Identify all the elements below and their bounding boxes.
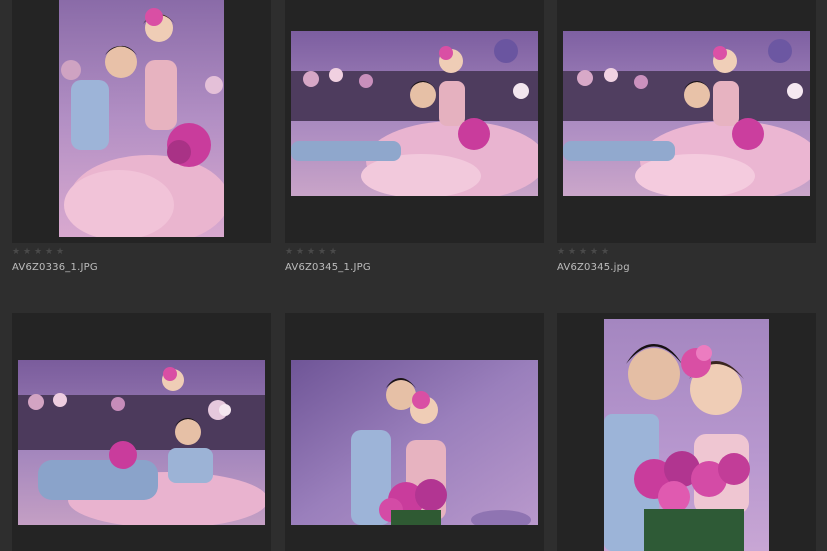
rating-stars[interactable]: ★ ★ ★ ★ ★ — [557, 248, 610, 258]
thumbnail-photo[interactable] — [59, 0, 224, 237]
empty-star-icon[interactable]: ★ — [34, 248, 43, 257]
empty-star-icon[interactable]: ★ — [568, 248, 577, 257]
empty-star-icon[interactable]: ★ — [45, 248, 54, 257]
thumbnail-tile[interactable] — [557, 313, 816, 551]
empty-star-icon[interactable]: ★ — [557, 248, 566, 257]
thumbnail-tile[interactable] — [557, 0, 816, 243]
thumbnail-tile[interactable] — [285, 313, 544, 551]
empty-star-icon[interactable]: ★ — [590, 248, 599, 257]
empty-star-icon[interactable]: ★ — [601, 248, 610, 257]
thumbnail-filename[interactable]: AV6Z0336_1.JPG — [12, 262, 98, 273]
thumbnail-filename[interactable]: AV6Z0345_1.JPG — [285, 262, 371, 273]
empty-star-icon[interactable]: ★ — [579, 248, 588, 257]
thumbnail-tile[interactable] — [12, 313, 271, 551]
empty-star-icon[interactable]: ★ — [296, 248, 305, 257]
thumbnail-photo[interactable] — [18, 360, 265, 525]
empty-star-icon[interactable]: ★ — [307, 248, 316, 257]
thumbnail-filename[interactable]: AV6Z0345.jpg — [557, 262, 630, 273]
thumbnail-grid: ★ ★ ★ ★ ★ AV6Z0336_1.JPG ★ ★ ★ ★ ★ AV6Z0… — [0, 0, 827, 551]
empty-star-icon[interactable]: ★ — [23, 248, 32, 257]
thumbnail-tile[interactable] — [12, 0, 271, 243]
thumbnail-tile[interactable] — [285, 0, 544, 243]
thumbnail-photo[interactable] — [291, 31, 538, 196]
thumbnail-photo[interactable] — [291, 360, 538, 525]
rating-stars[interactable]: ★ ★ ★ ★ ★ — [285, 248, 338, 258]
rating-stars[interactable]: ★ ★ ★ ★ ★ — [12, 248, 65, 258]
empty-star-icon[interactable]: ★ — [285, 248, 294, 257]
thumbnail-photo[interactable] — [604, 319, 769, 551]
thumbnail-photo[interactable] — [563, 31, 810, 196]
empty-star-icon[interactable]: ★ — [56, 248, 65, 257]
empty-star-icon[interactable]: ★ — [318, 248, 327, 257]
empty-star-icon[interactable]: ★ — [329, 248, 338, 257]
empty-star-icon[interactable]: ★ — [12, 248, 21, 257]
